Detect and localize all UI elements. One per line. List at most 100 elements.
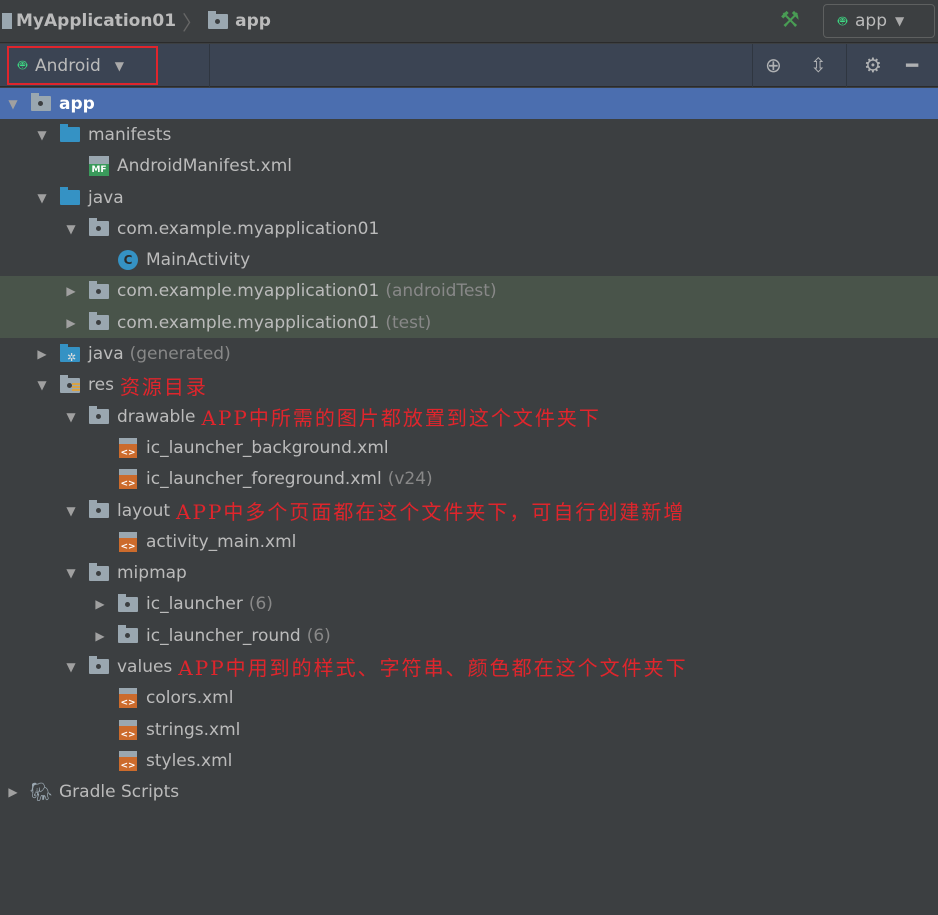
- chevron-down-icon: ▼: [114, 58, 124, 73]
- gear-icon[interactable]: ⚙: [864, 53, 882, 77]
- tree-item-label: values: [117, 656, 173, 677]
- tree-item[interactable]: ▼ mipmap: [0, 557, 938, 588]
- expand-arrow-icon[interactable]: ▼: [64, 410, 78, 424]
- tree-item-label: MainActivity: [146, 250, 251, 271]
- expand-arrow-icon[interactable]: ▼: [6, 97, 20, 111]
- project-tree: ▼ app ▼ manifests MF AndroidManifest.xml ▼ java…: [0, 88, 938, 808]
- xml-file-icon: <>: [117, 437, 139, 458]
- tree-item[interactable]: ▼ drawable APP中所需的图片都放置到这个文件夹下: [0, 401, 938, 432]
- manifest-file-icon: MF: [88, 156, 110, 177]
- tree-item[interactable]: ▼ java: [0, 182, 938, 213]
- xml-file-icon: <>: [117, 688, 139, 709]
- tree-item-label: ic_launcher_background.xml: [146, 437, 389, 458]
- tree-item[interactable]: ▼ manifests: [0, 119, 938, 150]
- expand-arrow-icon[interactable]: ▼: [35, 128, 49, 142]
- breadcrumb-project-label: MyApplication01: [16, 11, 177, 31]
- expand-arrow-icon[interactable]: ▼: [64, 566, 78, 580]
- tree-item-label: java: [88, 344, 124, 365]
- tree-item[interactable]: ▶ com.example.myapplication01 (test): [0, 307, 938, 339]
- tree-item-label: app: [59, 93, 95, 114]
- tree-item-label: ic_launcher_foreground.xml: [146, 469, 382, 490]
- module-folder-icon: [208, 10, 229, 29]
- tree-item[interactable]: ▶ ✲ java (generated): [0, 338, 938, 369]
- tree-item[interactable]: MF AndroidManifest.xml: [0, 151, 938, 182]
- expand-arrow-icon[interactable]: ▼: [64, 222, 78, 236]
- tree-item-label: ic_launcher_round: [146, 625, 301, 646]
- locate-crosshair-icon[interactable]: ⊕: [765, 53, 782, 77]
- collapse-arrow-icon[interactable]: ▶: [93, 597, 107, 611]
- tree-item-label: com.example.myapplication01: [117, 312, 380, 333]
- project-view-selector[interactable]: 🤖︎ Android ▼: [7, 46, 158, 85]
- expand-arrow-icon[interactable]: ▼: [64, 660, 78, 674]
- tree-item[interactable]: ▶ ic_launcher_round (6): [0, 620, 938, 651]
- expand-arrow-icon[interactable]: ▼: [64, 504, 78, 518]
- folder-icon: [59, 187, 81, 207]
- chevron-down-icon: ▼: [895, 14, 905, 28]
- tree-item-label: res: [88, 375, 114, 396]
- module-icon: [30, 93, 52, 113]
- tree-item[interactable]: ▼ values APP中用到的样式、字符串、颜色都在这个文件夹下: [0, 651, 938, 682]
- tree-item[interactable]: ▶ ic_launcher (6): [0, 589, 938, 620]
- tree-item[interactable]: ▼ app: [0, 88, 938, 120]
- tree-item[interactable]: C MainActivity: [0, 244, 938, 275]
- package-folder-icon: [117, 593, 139, 613]
- breadcrumb-module-label: app: [235, 11, 271, 31]
- tree-item-label: strings.xml: [146, 719, 241, 740]
- collapse-arrow-icon[interactable]: ▶: [64, 316, 78, 330]
- tree-item-label: ic_launcher: [146, 594, 243, 615]
- tree-item-suffix: (test): [385, 312, 432, 333]
- run-configuration-dropdown[interactable]: 🤖︎ app ▼: [823, 4, 935, 38]
- package-folder-icon: [88, 656, 110, 676]
- android-icon: 🤖︎: [18, 56, 28, 74]
- xml-file-icon: <>: [117, 469, 139, 490]
- expand-arrow-icon[interactable]: ▼: [35, 378, 49, 392]
- tree-item[interactable]: <> ic_launcher_background.xml: [0, 432, 938, 463]
- package-folder-icon: [88, 312, 110, 332]
- tree-item[interactable]: ▶ 🐘︎ Gradle Scripts: [0, 777, 938, 808]
- collapse-all-icon[interactable]: ⇳: [810, 53, 827, 77]
- collapse-arrow-icon[interactable]: ▶: [64, 284, 78, 298]
- folder-icon: [59, 124, 81, 144]
- tree-item[interactable]: <> colors.xml: [0, 683, 938, 714]
- package-folder-icon: [88, 280, 110, 300]
- breadcrumb-separator: 〉: [182, 10, 203, 35]
- class-icon: C: [117, 250, 139, 271]
- tree-item[interactable]: ▶ com.example.myapplication01 (androidTest…: [0, 275, 938, 308]
- tree-item-suffix: (generated): [129, 344, 231, 365]
- tree-item-label: activity_main.xml: [146, 531, 297, 552]
- annotation-text: APP中用到的样式、字符串、颜色都在这个文件夹下: [178, 656, 688, 681]
- xml-file-icon: <>: [117, 719, 139, 740]
- tree-item-label: AndroidManifest.xml: [117, 156, 293, 177]
- breadcrumb-project[interactable]: MyApplication01: [2, 11, 176, 31]
- tree-item[interactable]: ▼ layout APP中多个页面都在这个文件夹下，可自行创建新增: [0, 495, 938, 526]
- project-icon: [2, 13, 12, 29]
- expand-arrow-icon[interactable]: ▼: [35, 191, 49, 205]
- divider: [752, 44, 753, 87]
- generated-folder-icon: ✲: [59, 343, 81, 364]
- breadcrumb-module[interactable]: app: [208, 10, 271, 31]
- tree-item[interactable]: <> styles.xml: [0, 745, 938, 776]
- xml-file-icon: <>: [117, 531, 139, 552]
- tree-item-label: com.example.myapplication01: [117, 218, 380, 239]
- tree-item-label: layout: [117, 500, 171, 521]
- tree-item[interactable]: ▼ res 资源目录: [0, 370, 938, 401]
- gradle-elephant-icon: 🐘︎: [29, 781, 53, 803]
- tree-item-suffix: (6): [248, 594, 273, 615]
- tree-item[interactable]: <> strings.xml: [0, 714, 938, 745]
- collapse-arrow-icon[interactable]: ▶: [6, 785, 20, 799]
- run-config-label: app: [855, 11, 888, 31]
- tree-item-label: mipmap: [117, 563, 187, 584]
- tree-item-label: java: [88, 187, 124, 208]
- build-hammer-icon[interactable]: ⚒: [780, 8, 800, 33]
- collapse-arrow-icon[interactable]: ▶: [93, 629, 107, 643]
- tree-item[interactable]: <> activity_main.xml: [0, 526, 938, 557]
- divider: [846, 44, 847, 87]
- minimize-icon[interactable]: ━: [906, 53, 918, 77]
- package-folder-icon: [117, 625, 139, 645]
- tree-item-label: com.example.myapplication01: [117, 281, 380, 302]
- divider: [209, 44, 210, 87]
- tree-item[interactable]: ▼ com.example.myapplication01: [0, 213, 938, 244]
- xml-file-icon: <>: [117, 750, 139, 771]
- tree-item[interactable]: <> ic_launcher_foreground.xml (v24): [0, 464, 938, 495]
- collapse-arrow-icon[interactable]: ▶: [35, 347, 49, 361]
